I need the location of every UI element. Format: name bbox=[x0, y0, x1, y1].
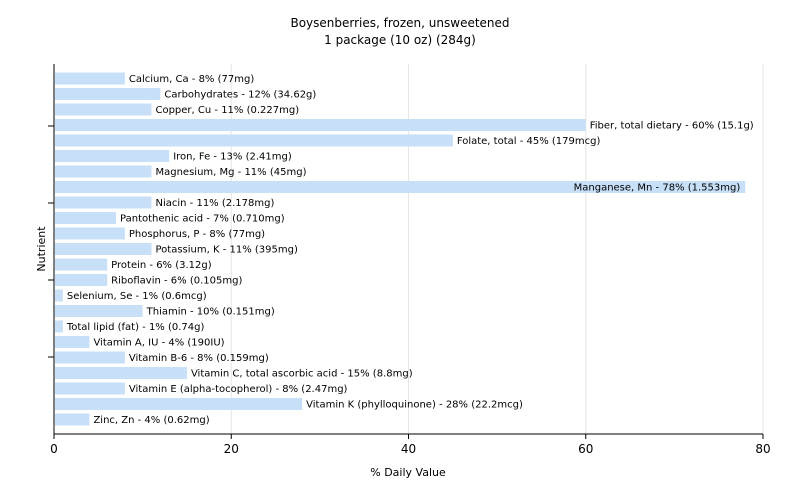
bar bbox=[55, 336, 90, 348]
bar-label: Niacin - 11% (2.178mg) bbox=[155, 198, 274, 209]
bar bbox=[55, 351, 125, 364]
bar-label: Potassium, K - 11% (395mg) bbox=[155, 245, 297, 256]
bar-label: Fiber, total dietary - 60% (15.1g) bbox=[590, 121, 754, 132]
bar-label: Riboflavin - 6% (0.105mg) bbox=[111, 276, 242, 287]
bar bbox=[55, 212, 117, 224]
bar-label: Selenium, Se - 1% (0.6mcg) bbox=[67, 291, 207, 302]
bar-label: Vitamin B-6 - 8% (0.159mg) bbox=[129, 353, 269, 364]
bar bbox=[55, 227, 125, 240]
x-tick-label: 0 bbox=[50, 442, 58, 456]
y-axis-ticks bbox=[48, 125, 54, 358]
bar-label: Calcium, Ca - 8% (77mg) bbox=[129, 74, 254, 85]
bar bbox=[55, 305, 143, 317]
bar-label: Zinc, Zn - 4% (0.62mg) bbox=[93, 415, 209, 426]
bar-label: Vitamin K (phylloquinone) - 28% (22.2mcg… bbox=[306, 400, 523, 411]
bar-label: Total lipid (fat) - 1% (0.74g) bbox=[66, 322, 205, 333]
bar bbox=[55, 150, 170, 162]
bar-label: Vitamin E (alpha-tocopherol) - 8% (2.47m… bbox=[129, 384, 348, 395]
bar-label: Magnesium, Mg - 11% (45mg) bbox=[155, 167, 306, 178]
bar bbox=[55, 398, 303, 410]
y-axis-title: Nutrient bbox=[35, 226, 48, 272]
chart-subtitle: 1 package (10 oz) (284g) bbox=[324, 33, 476, 47]
x-tick-label: 20 bbox=[224, 442, 239, 456]
x-tick-label: 80 bbox=[755, 442, 770, 456]
bar bbox=[55, 119, 586, 131]
x-tick-label: 40 bbox=[401, 442, 416, 456]
bar-label: Copper, Cu - 11% (0.227mg) bbox=[155, 105, 299, 116]
bar-label: Thiamin - 10% (0.151mg) bbox=[146, 307, 275, 318]
bar bbox=[55, 367, 187, 379]
bar-label: Protein - 6% (3.12g) bbox=[111, 260, 212, 271]
x-tick-label: 60 bbox=[578, 442, 593, 456]
bar bbox=[55, 258, 108, 271]
bar bbox=[55, 382, 125, 395]
bar bbox=[55, 289, 63, 302]
bar bbox=[55, 103, 152, 116]
bar bbox=[55, 413, 90, 426]
bar-label: Phosphorus, P - 8% (77mg) bbox=[129, 229, 265, 240]
bar-label: Carbohydrates - 12% (34.62g) bbox=[164, 90, 316, 101]
x-axis-ticks: 0 20 40 60 80 bbox=[50, 434, 771, 456]
bar bbox=[55, 274, 108, 286]
bar bbox=[55, 243, 152, 255]
bar-label: Pantothenic acid - 7% (0.710mg) bbox=[120, 214, 285, 225]
bar bbox=[55, 88, 161, 100]
bar bbox=[55, 165, 152, 178]
bar bbox=[55, 72, 125, 85]
nutrient-bar-chart: Boysenberries, frozen, unsweetened 1 pac… bbox=[35, 16, 771, 479]
bar-label: Iron, Fe - 13% (2.41mg) bbox=[173, 152, 292, 163]
bar bbox=[55, 196, 152, 209]
bar bbox=[55, 320, 63, 333]
bar-label: Vitamin C, total ascorbic acid - 15% (8.… bbox=[191, 369, 413, 380]
x-axis-title: % Daily Value bbox=[370, 466, 446, 479]
bar-label: Folate, total - 45% (179mcg) bbox=[457, 136, 601, 147]
chart-title: Boysenberries, frozen, unsweetened bbox=[290, 16, 509, 30]
bar-label: Vitamin A, IU - 4% (190IU) bbox=[93, 338, 224, 349]
bar-label: Manganese, Mn - 78% (1.553mg) bbox=[574, 183, 741, 194]
bar bbox=[55, 134, 453, 147]
